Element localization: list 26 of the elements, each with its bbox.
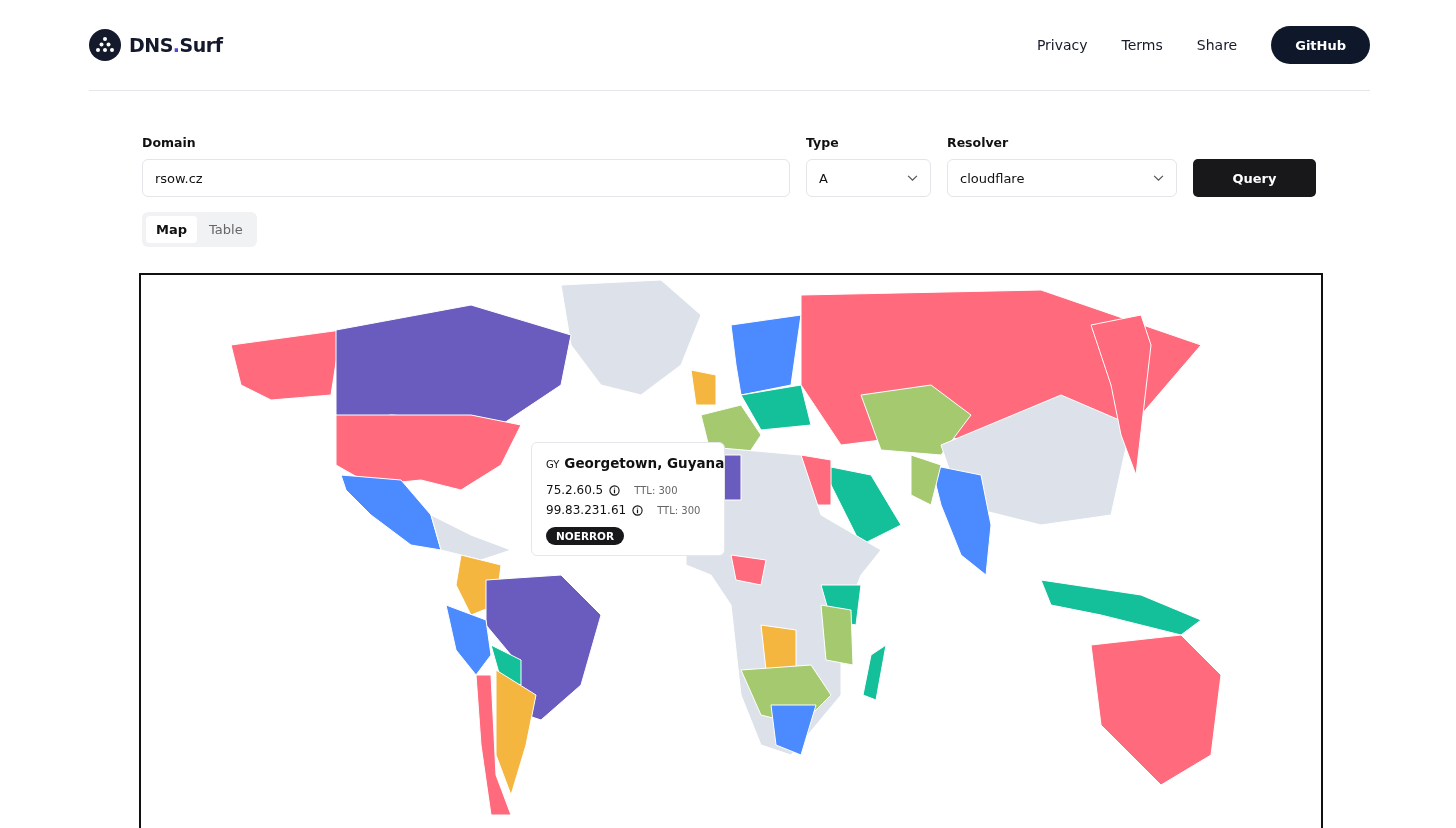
domain-field[interactable]: rsow.cz bbox=[142, 159, 790, 197]
type-dropdown[interactable]: A bbox=[806, 159, 931, 197]
info-icon[interactable] bbox=[609, 484, 621, 496]
view-tab[interactable]: Map bbox=[146, 216, 197, 243]
chevron-down-icon bbox=[1153, 174, 1164, 182]
field-label: Resolver bbox=[947, 135, 1010, 150]
location-name: Georgetown, Guyana bbox=[564, 455, 725, 471]
country-code: GY bbox=[546, 459, 560, 470]
field-label: Type bbox=[806, 135, 840, 150]
github-button[interactable]: GitHub bbox=[1271, 26, 1370, 64]
ttl-value: TTL: 300 bbox=[657, 504, 701, 516]
ip-address: 75.2.60.5 bbox=[546, 483, 604, 497]
status-badge: NOERROR bbox=[546, 527, 625, 545]
chevron-down-icon bbox=[907, 174, 918, 182]
nav-link[interactable]: Terms bbox=[1121, 37, 1163, 53]
ip-address: 99.83.231.61 bbox=[546, 503, 627, 517]
resolver-dropdown[interactable]: cloudflare bbox=[947, 159, 1177, 197]
field-label: Domain bbox=[142, 135, 197, 150]
logo-icon bbox=[89, 29, 121, 61]
brand-logo[interactable]: DNS.Surf bbox=[129, 34, 223, 56]
view-tab[interactable]: Table bbox=[199, 216, 253, 243]
nav-link[interactable]: Share bbox=[1196, 37, 1238, 53]
nav-link[interactable]: Privacy bbox=[1036, 37, 1088, 53]
info-icon[interactable] bbox=[632, 504, 644, 516]
ttl-value: TTL: 300 bbox=[634, 484, 678, 496]
query-button[interactable]: Query bbox=[1193, 159, 1316, 197]
